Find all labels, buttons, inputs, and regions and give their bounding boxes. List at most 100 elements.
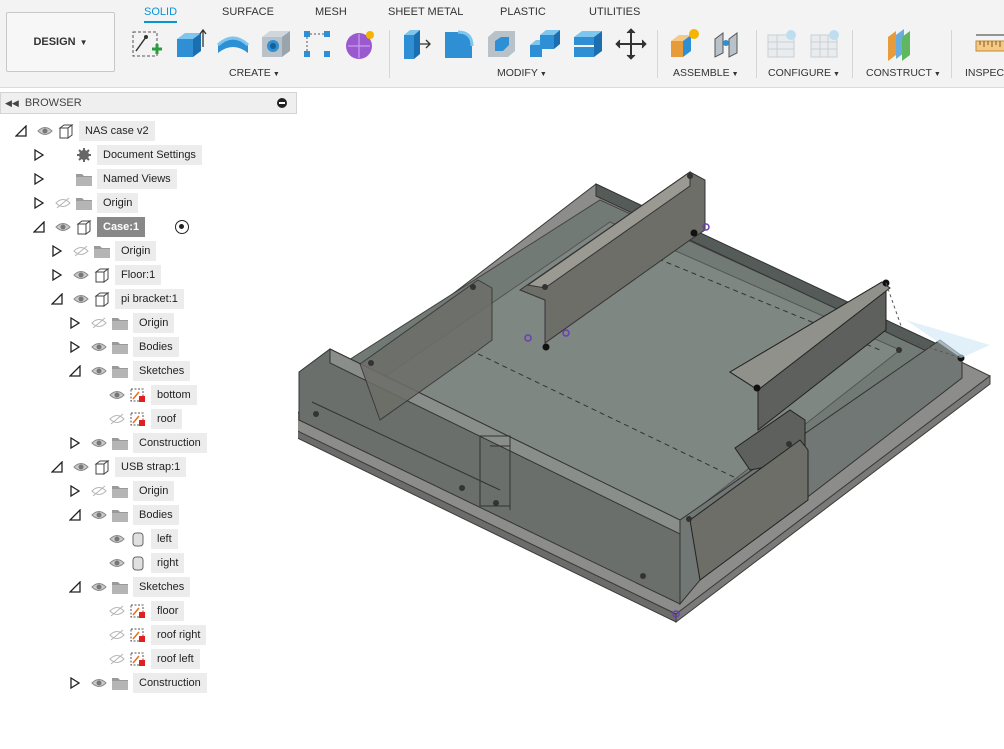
minimize-icon[interactable] bbox=[277, 98, 287, 108]
browser-item-label[interactable]: Case:1 bbox=[97, 217, 146, 237]
expand-closed-icon[interactable] bbox=[69, 437, 81, 449]
browser-item-label[interactable]: left bbox=[151, 529, 178, 549]
browser-tree-row[interactable]: Origin bbox=[0, 481, 297, 501]
measure-icon[interactable] bbox=[970, 27, 1004, 61]
browser-item-label[interactable]: Construction bbox=[133, 673, 207, 693]
tab-mesh[interactable]: MESH bbox=[315, 6, 347, 18]
browser-tree-row[interactable]: Document Settings bbox=[0, 145, 297, 165]
expand-closed-icon[interactable] bbox=[51, 245, 63, 257]
chamfer-icon[interactable] bbox=[485, 27, 519, 61]
eye-icon[interactable] bbox=[37, 125, 53, 137]
browser-tree-row[interactable]: roof bbox=[0, 409, 297, 429]
create-menu[interactable]: CREATE ▼ bbox=[229, 67, 280, 79]
tab-surface[interactable]: SURFACE bbox=[222, 6, 274, 18]
browser-item-label[interactable]: NAS case v2 bbox=[79, 121, 155, 141]
eye-icon[interactable] bbox=[73, 293, 89, 305]
eye-hidden-icon[interactable] bbox=[91, 317, 107, 329]
browser-tree-row[interactable]: Origin bbox=[0, 241, 297, 261]
eye-hidden-icon[interactable] bbox=[55, 197, 71, 209]
expand-closed-icon[interactable] bbox=[69, 317, 81, 329]
eye-hidden-icon[interactable] bbox=[73, 245, 89, 257]
browser-item-label[interactable]: roof right bbox=[151, 625, 207, 645]
browser-item-label[interactable]: USB strap:1 bbox=[115, 457, 187, 477]
browser-item-label[interactable]: floor bbox=[151, 601, 185, 621]
browser-item-label[interactable]: Bodies bbox=[133, 505, 179, 525]
collapse-panel-icon[interactable]: ◀◀ bbox=[5, 98, 19, 109]
eye-hidden-icon[interactable] bbox=[109, 629, 125, 641]
browser-item-label[interactable]: right bbox=[151, 553, 185, 573]
browser-tree-row[interactable]: Origin bbox=[0, 193, 297, 213]
eye-hidden-icon[interactable] bbox=[109, 653, 125, 665]
eye-icon[interactable] bbox=[91, 437, 107, 449]
eye-icon[interactable] bbox=[55, 221, 71, 233]
expand-open-icon[interactable] bbox=[15, 125, 27, 137]
browser-item-label[interactable]: bottom bbox=[151, 385, 197, 405]
hole-icon[interactable] bbox=[259, 27, 293, 61]
browser-tree-row[interactable]: roof left bbox=[0, 649, 297, 669]
tab-utilities[interactable]: UTILITIES bbox=[589, 6, 640, 18]
browser-tree-row[interactable]: Bodies bbox=[0, 337, 297, 357]
extrude-icon[interactable] bbox=[173, 27, 207, 61]
browser-item-label[interactable]: Sketches bbox=[133, 361, 191, 381]
browser-tree-row[interactable]: Named Views bbox=[0, 169, 297, 189]
browser-tree-row[interactable]: bottom bbox=[0, 385, 297, 405]
browser-tree-row[interactable]: pi bracket:1 bbox=[0, 289, 297, 309]
browser-tree-row[interactable]: floor bbox=[0, 601, 297, 621]
modify-menu[interactable]: MODIFY ▼ bbox=[497, 67, 547, 79]
expand-open-icon[interactable] bbox=[33, 221, 45, 233]
eye-icon[interactable] bbox=[91, 365, 107, 377]
expand-open-icon[interactable] bbox=[51, 461, 63, 473]
browser-tree-row[interactable]: Case:1 bbox=[0, 217, 297, 237]
browser-item-label[interactable]: Floor:1 bbox=[115, 265, 162, 285]
inspect-menu[interactable]: INSPECT bbox=[965, 67, 1004, 79]
browser-tree-row[interactable]: NAS case v2 bbox=[0, 121, 297, 141]
pattern-icon[interactable] bbox=[300, 27, 334, 61]
browser-item-label[interactable]: Origin bbox=[133, 313, 175, 333]
create-sketch-icon[interactable] bbox=[130, 27, 164, 61]
eye-icon[interactable] bbox=[73, 269, 89, 281]
expand-closed-icon[interactable] bbox=[51, 269, 63, 281]
joint-icon[interactable] bbox=[711, 27, 745, 61]
expand-closed-icon[interactable] bbox=[33, 173, 45, 185]
browser-item-label[interactable]: Origin bbox=[97, 193, 139, 213]
workspace-design-button[interactable]: DESIGN ▼ bbox=[6, 12, 115, 72]
browser-item-label[interactable]: Bodies bbox=[133, 337, 179, 357]
eye-hidden-icon[interactable] bbox=[109, 605, 125, 617]
expand-open-icon[interactable] bbox=[51, 293, 63, 305]
browser-tree-row[interactable]: Construction bbox=[0, 673, 297, 693]
eye-icon[interactable] bbox=[109, 557, 125, 569]
browser-tree-row[interactable]: right bbox=[0, 553, 297, 573]
fillet-icon[interactable] bbox=[442, 27, 476, 61]
configure-table-icon[interactable] bbox=[765, 27, 799, 61]
browser-item-label[interactable]: Named Views bbox=[97, 169, 177, 189]
browser-item-label[interactable]: roof left bbox=[151, 649, 200, 669]
eye-icon[interactable] bbox=[73, 461, 89, 473]
assemble-menu[interactable]: ASSEMBLE ▼ bbox=[673, 67, 739, 79]
eye-hidden-icon[interactable] bbox=[109, 413, 125, 425]
activate-radio-icon[interactable] bbox=[175, 220, 189, 234]
expand-closed-icon[interactable] bbox=[69, 677, 81, 689]
browser-item-label[interactable]: roof bbox=[151, 409, 182, 429]
move-icon[interactable] bbox=[614, 27, 648, 61]
browser-tree-row[interactable]: Bodies bbox=[0, 505, 297, 525]
browser-item-label[interactable]: pi bracket:1 bbox=[115, 289, 184, 309]
eye-icon[interactable] bbox=[91, 509, 107, 521]
3d-viewport[interactable] bbox=[282, 88, 1004, 746]
expand-open-icon[interactable] bbox=[69, 581, 81, 593]
configure-rule-icon[interactable] bbox=[808, 27, 842, 61]
browser-tree-row[interactable]: Origin bbox=[0, 313, 297, 333]
tab-sheet-metal[interactable]: SHEET METAL bbox=[388, 6, 463, 18]
form-icon[interactable] bbox=[343, 27, 377, 61]
eye-icon[interactable] bbox=[109, 533, 125, 545]
browser-tree-row[interactable]: left bbox=[0, 529, 297, 549]
browser-tree-row[interactable]: Sketches bbox=[0, 577, 297, 597]
eye-icon[interactable] bbox=[91, 581, 107, 593]
eye-icon[interactable] bbox=[91, 677, 107, 689]
eye-icon[interactable] bbox=[109, 389, 125, 401]
configure-menu[interactable]: CONFIGURE ▼ bbox=[768, 67, 840, 79]
tab-solid[interactable]: SOLID bbox=[144, 6, 178, 23]
browser-tree-row[interactable]: USB strap:1 bbox=[0, 457, 297, 477]
browser-tree-row[interactable]: roof right bbox=[0, 625, 297, 645]
browser-tree-row[interactable]: Construction bbox=[0, 433, 297, 453]
construct-menu[interactable]: CONSTRUCT ▼ bbox=[866, 67, 941, 79]
